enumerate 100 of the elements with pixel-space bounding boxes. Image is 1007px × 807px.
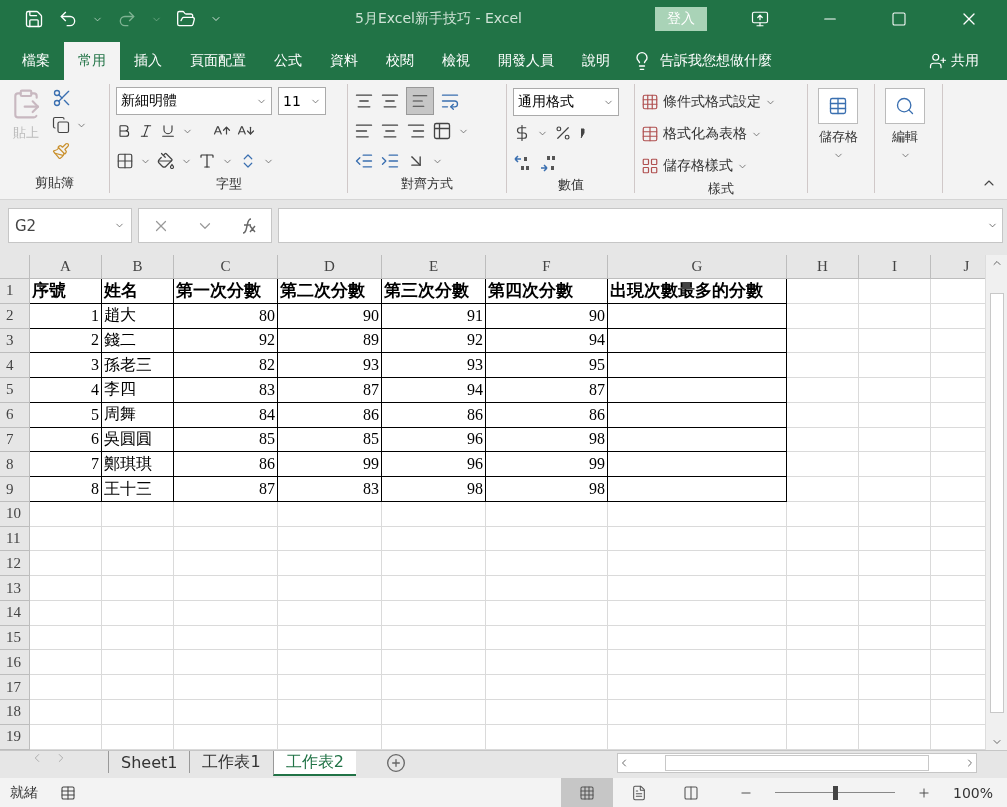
function-icon[interactable] — [240, 216, 258, 235]
row-header[interactable]: 11 — [0, 526, 30, 552]
row-header[interactable]: 1 — [0, 279, 30, 304]
font-name-field[interactable]: 新細明體 — [116, 87, 272, 115]
ribbon-tab[interactable]: 插入 — [120, 42, 176, 80]
column-header[interactable]: H — [787, 255, 859, 279]
table-cell: 84 — [174, 402, 278, 428]
copy-icon[interactable] — [52, 116, 70, 134]
bottom-align-icon[interactable] — [406, 87, 434, 115]
comma-icon[interactable] — [578, 127, 586, 139]
row-header[interactable]: 9 — [0, 477, 30, 502]
scrollbar-thumb[interactable] — [989, 292, 1004, 713]
font-color-icon[interactable] — [198, 152, 216, 170]
sheet-tab[interactable]: 工作表2 — [272, 751, 356, 776]
row-header[interactable]: 6 — [0, 402, 30, 428]
row-header[interactable]: 7 — [0, 427, 30, 453]
number-format-field[interactable]: 通用格式 — [513, 88, 619, 116]
italic-icon[interactable] — [138, 123, 154, 139]
empty-cell — [787, 452, 859, 478]
table-cell: 87 — [486, 378, 608, 403]
ribbon-tab[interactable]: 說明 — [568, 42, 624, 80]
empty-cell — [102, 501, 174, 527]
cells-button[interactable]: 儲存格 — [814, 88, 862, 193]
zoom-level[interactable]: 100% — [952, 784, 993, 801]
editing-button[interactable]: 編輯 — [881, 88, 929, 193]
row-header[interactable]: 12 — [0, 551, 30, 577]
column-header[interactable]: C — [174, 255, 278, 279]
share-button[interactable]: 共用 — [923, 42, 985, 80]
column-title-cell: 第三次分數 — [382, 279, 486, 304]
save-icon[interactable] — [24, 9, 44, 29]
maximize-icon[interactable] — [891, 11, 907, 27]
row-header[interactable]: 8 — [0, 452, 30, 478]
row-header[interactable]: 4 — [0, 353, 30, 379]
column-title-cell: 第二次分數 — [278, 279, 382, 304]
bold-icon[interactable] — [116, 123, 132, 139]
column-header[interactable]: A — [30, 255, 102, 279]
column-header[interactable]: B — [102, 255, 174, 279]
formula-field[interactable] — [278, 208, 1003, 243]
undo-icon[interactable] — [58, 9, 78, 29]
sheet-tab[interactable]: 工作表1 — [189, 751, 273, 773]
underline-icon[interactable] — [160, 123, 176, 139]
zoom-in-icon[interactable] — [916, 785, 931, 800]
ribbon-tab[interactable]: 常用 — [64, 42, 120, 80]
fill-color-icon[interactable] — [157, 152, 175, 170]
scrollbar-thumb[interactable] — [665, 755, 929, 771]
add-sheet-icon[interactable] — [385, 753, 406, 773]
font-size-field[interactable]: 11 — [278, 87, 326, 115]
row-header[interactable]: 18 — [0, 700, 30, 725]
column-header[interactable]: F — [486, 255, 608, 279]
table-cell: 96 — [382, 427, 486, 453]
folder-icon[interactable] — [176, 9, 196, 29]
table-icon — [641, 125, 659, 143]
row-header[interactable]: 17 — [0, 675, 30, 700]
slider-thumb[interactable] — [832, 785, 838, 800]
table-icon — [641, 157, 659, 175]
row-header[interactable]: 14 — [0, 600, 30, 626]
sheet-tab[interactable]: Sheet1 — [108, 751, 190, 773]
scissors-icon[interactable] — [52, 88, 72, 108]
row-header[interactable]: 13 — [0, 576, 30, 601]
percent-icon[interactable] — [554, 124, 572, 142]
row-header[interactable]: 2 — [0, 303, 30, 329]
ribbon-tab[interactable]: 頁面配置 — [176, 42, 260, 80]
styles-menu-button[interactable]: 條件式格式設定 — [641, 88, 801, 116]
empty-cell — [787, 625, 859, 651]
empty-cell — [787, 279, 859, 304]
redo-icon[interactable] — [117, 9, 137, 29]
empty-cell — [787, 600, 859, 626]
row-header[interactable]: 3 — [0, 328, 30, 354]
table-cell: 6 — [30, 427, 102, 453]
empty-cell — [102, 625, 174, 651]
tell-me-field[interactable]: 告訴我您想做什麼 — [660, 52, 772, 70]
column-header[interactable]: E — [382, 255, 486, 279]
ribbon-tab[interactable]: 檢視 — [428, 42, 484, 80]
ribbon-tab[interactable]: 公式 — [260, 42, 316, 80]
row-header[interactable]: 16 — [0, 650, 30, 676]
column-header[interactable]: G — [608, 255, 787, 279]
empty-cell — [787, 551, 859, 577]
ribbon-tab[interactable]: 開發人員 — [484, 42, 568, 80]
styles-menu-button[interactable]: 格式化為表格 — [641, 120, 801, 148]
table-cell: 93 — [278, 353, 382, 379]
empty-cell — [787, 700, 859, 725]
column-header[interactable]: D — [278, 255, 382, 279]
row-header[interactable]: 5 — [0, 378, 30, 403]
row-header[interactable]: 19 — [0, 724, 30, 750]
ribbon-display-icon[interactable] — [751, 10, 769, 28]
merge-center-icon[interactable] — [432, 121, 452, 141]
window-title: 5月Excel新手技巧 - Excel — [354, 10, 523, 28]
name-box[interactable]: G2 — [8, 208, 132, 243]
ribbon-tab[interactable]: 校閱 — [372, 42, 428, 80]
row-header[interactable]: 15 — [0, 625, 30, 651]
ribbon-tab[interactable]: 資料 — [316, 42, 372, 80]
borders-icon[interactable] — [116, 152, 134, 170]
format-painter-icon[interactable] — [52, 142, 70, 160]
ribbon-tab[interactable]: 檔案 — [8, 42, 64, 80]
table-cell: 85 — [174, 427, 278, 453]
column-header[interactable]: I — [859, 255, 931, 279]
normal-view-icon[interactable] — [560, 778, 613, 807]
row-header[interactable]: 10 — [0, 501, 30, 527]
column-title-cell: 第一次分數 — [174, 279, 278, 304]
styles-menu-button[interactable]: 儲存格樣式 — [641, 152, 801, 180]
